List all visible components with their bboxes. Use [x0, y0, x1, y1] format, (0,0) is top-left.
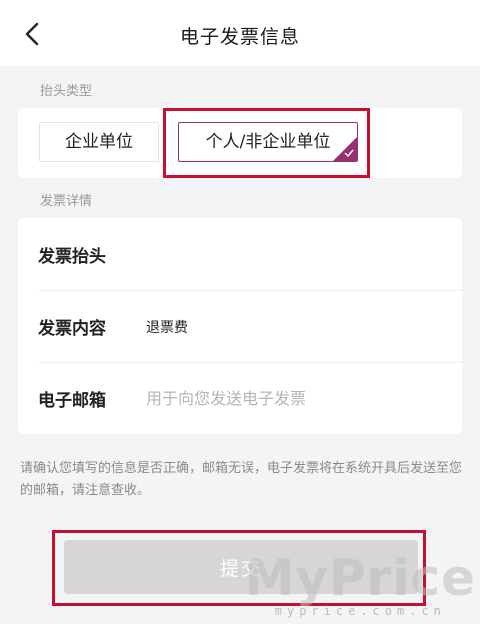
option-personal-label: 个人/非企业单位 [205, 132, 331, 152]
option-personal[interactable]: 个人/非企业单位 [178, 122, 358, 162]
notice-text: 请确认您填写的信息是否正确，邮箱无误，电子发票将在系统开具后发送至您的邮箱，请注… [20, 461, 463, 498]
checkmark-icon [344, 149, 354, 158]
top-bar: 电子发票信息 [0, 0, 480, 66]
watermark-url: myprice.com.cn [274, 604, 446, 618]
invoice-details-card: 发票抬头 发票内容 退票费 电子邮箱 [18, 218, 462, 434]
invoice-content-row: 发票内容 退票费 [18, 290, 462, 362]
page-title: 电子发票信息 [179, 26, 300, 48]
invoice-title-row[interactable]: 发票抬头 [18, 218, 462, 290]
invoice-title-label: 发票抬头 [38, 247, 106, 267]
option-company-label: 企业单位 [65, 132, 133, 152]
option-company[interactable]: 企业单位 [39, 122, 159, 162]
invoice-title-input[interactable] [146, 232, 446, 276]
invoice-type-card: 企业单位 个人/非企业单位 [18, 108, 462, 178]
email-row[interactable]: 电子邮箱 [18, 362, 462, 434]
invoice-content-value: 退票费 [146, 320, 188, 336]
email-label: 电子邮箱 [38, 391, 106, 411]
invoice-type-section-label: 抬头类型 [40, 84, 93, 99]
invoice-details-section-label: 发票详情 [40, 194, 93, 209]
submit-button[interactable]: 提交 [64, 540, 418, 594]
invoice-content-label: 发票内容 [38, 319, 106, 339]
email-input[interactable] [146, 376, 446, 420]
